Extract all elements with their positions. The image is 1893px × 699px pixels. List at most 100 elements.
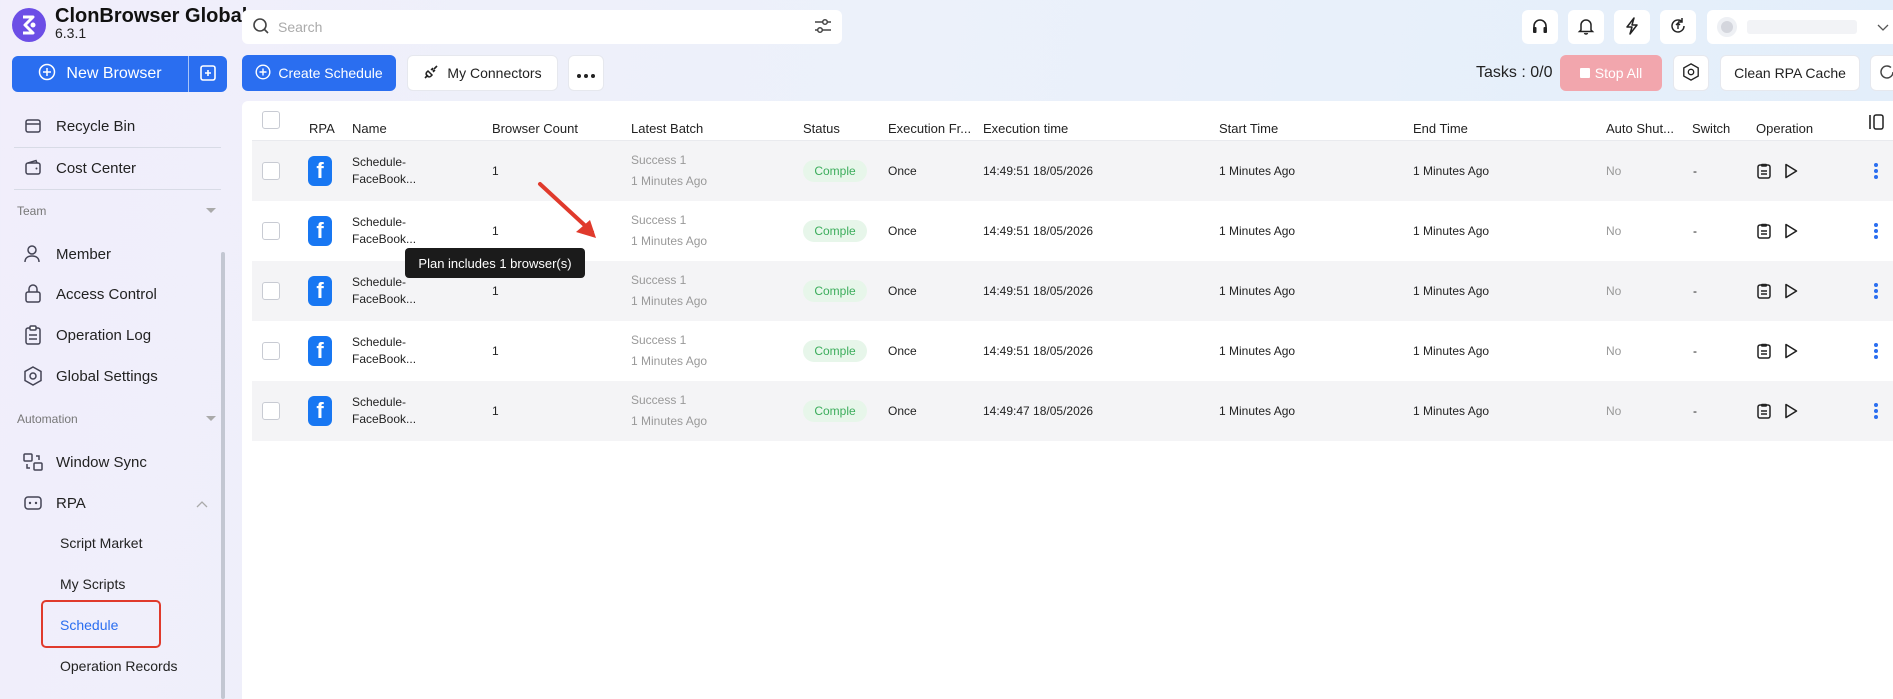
column-header-end-time[interactable]: End Time bbox=[1413, 121, 1468, 136]
sidebar-item-label: Operation Log bbox=[56, 326, 152, 344]
column-header-execution-frequency[interactable]: Execution Fr... bbox=[888, 121, 971, 136]
run-play-icon[interactable] bbox=[1784, 163, 1798, 182]
latest-batch-result: Success 1 bbox=[631, 153, 687, 167]
more-actions-button[interactable] bbox=[568, 55, 604, 91]
sidebar-item-my-scripts[interactable]: My Scripts bbox=[60, 576, 125, 592]
schedule-name-line2[interactable]: FaceBook... bbox=[352, 232, 416, 246]
view-log-clipboard-icon[interactable] bbox=[1757, 163, 1771, 182]
status-badge: Comple bbox=[803, 340, 867, 362]
sidebar-divider bbox=[14, 189, 221, 190]
view-log-clipboard-icon[interactable] bbox=[1757, 283, 1771, 302]
run-play-icon[interactable] bbox=[1784, 283, 1798, 302]
row-more-options-icon[interactable] bbox=[1874, 163, 1878, 179]
facebook-icon: f bbox=[308, 156, 332, 186]
column-header-name[interactable]: Name bbox=[352, 121, 387, 136]
column-header-start-time[interactable]: Start Time bbox=[1219, 121, 1278, 136]
schedule-name-line2[interactable]: FaceBook... bbox=[352, 172, 416, 186]
sidebar-item-recycle-bin[interactable]: Recycle Bin bbox=[22, 114, 135, 138]
latest-batch-time: 1 Minutes Ago bbox=[631, 234, 708, 248]
row-checkbox[interactable] bbox=[262, 282, 280, 300]
user-profile-menu[interactable] bbox=[1707, 10, 1893, 44]
quick-create-button[interactable] bbox=[188, 56, 227, 92]
browser-count-value[interactable]: 1 bbox=[492, 404, 499, 418]
boost-button[interactable] bbox=[1614, 10, 1650, 44]
sidebar-item-global-settings[interactable]: Global Settings bbox=[22, 364, 158, 388]
column-header-operation: Operation bbox=[1756, 121, 1814, 136]
column-header-latest-batch[interactable]: Latest Batch bbox=[631, 121, 703, 136]
switch-value: - bbox=[1693, 224, 1697, 238]
column-settings-icon[interactable] bbox=[1868, 114, 1886, 133]
schedule-name-line2[interactable]: FaceBook... bbox=[352, 292, 416, 306]
browser-count-value[interactable]: 1 bbox=[492, 344, 499, 358]
end-time-value: 1 Minutes Ago bbox=[1413, 164, 1490, 178]
select-all-checkbox[interactable] bbox=[262, 111, 280, 129]
sidebar-item-label: Member bbox=[56, 245, 112, 263]
add-window-icon bbox=[199, 64, 217, 85]
team-section-header[interactable]: Team bbox=[17, 204, 217, 218]
sidebar-item-label: Cost Center bbox=[56, 159, 137, 177]
browser-count-value[interactable]: 1 bbox=[492, 164, 499, 178]
column-header-status[interactable]: Status bbox=[803, 121, 840, 136]
new-browser-button[interactable]: New Browser bbox=[12, 56, 188, 92]
row-more-options-icon[interactable] bbox=[1874, 403, 1878, 419]
run-play-icon[interactable] bbox=[1784, 223, 1798, 242]
sidebar-item-operation-records[interactable]: Operation Records bbox=[60, 658, 178, 674]
column-header-execution-time[interactable]: Execution time bbox=[983, 121, 1068, 136]
row-more-options-icon[interactable] bbox=[1874, 283, 1878, 299]
refresh-button[interactable] bbox=[1870, 55, 1893, 91]
new-browser-button-group: New Browser bbox=[12, 56, 227, 92]
row-checkbox[interactable] bbox=[262, 342, 280, 360]
view-log-clipboard-icon[interactable] bbox=[1757, 223, 1771, 242]
schedule-name-line1[interactable]: Schedule- bbox=[352, 155, 406, 169]
row-checkbox[interactable] bbox=[262, 162, 280, 180]
clean-rpa-cache-button[interactable]: Clean RPA Cache bbox=[1720, 55, 1860, 91]
schedule-name-line1[interactable]: Schedule- bbox=[352, 275, 406, 289]
view-log-clipboard-icon[interactable] bbox=[1757, 403, 1771, 422]
row-checkbox[interactable] bbox=[262, 402, 280, 420]
start-time-value: 1 Minutes Ago bbox=[1219, 284, 1296, 298]
column-header-auto-shutdown[interactable]: Auto Shut... bbox=[1606, 121, 1674, 136]
sidebar-item-rpa[interactable]: RPA bbox=[22, 491, 208, 515]
sidebar-item-member[interactable]: Member bbox=[22, 242, 111, 266]
row-more-options-icon[interactable] bbox=[1874, 223, 1878, 239]
row-checkbox[interactable] bbox=[262, 222, 280, 240]
search-input[interactable] bbox=[278, 19, 814, 35]
run-play-icon[interactable] bbox=[1784, 403, 1798, 422]
execution-time-value: 14:49:51 18/05/2026 bbox=[983, 164, 1094, 178]
sidebar-item-window-sync[interactable]: Window Sync bbox=[22, 450, 147, 474]
create-schedule-button[interactable]: Create Schedule bbox=[242, 55, 396, 91]
schedule-name-line2[interactable]: FaceBook... bbox=[352, 352, 416, 366]
column-header-browser-count[interactable]: Browser Count bbox=[492, 121, 578, 136]
schedule-name-line2[interactable]: FaceBook... bbox=[352, 412, 416, 426]
execution-frequency-value: Once bbox=[888, 164, 917, 178]
schedule-name-line1[interactable]: Schedule- bbox=[352, 395, 406, 409]
rpa-settings-button[interactable] bbox=[1673, 55, 1709, 91]
browser-count-value[interactable]: 1 bbox=[492, 284, 499, 298]
my-connectors-button[interactable]: My Connectors bbox=[407, 55, 558, 91]
sidebar-item-label: Global Settings bbox=[56, 367, 158, 385]
end-time-value: 1 Minutes Ago bbox=[1413, 224, 1490, 238]
sidebar-item-cost-center[interactable]: Cost Center bbox=[22, 156, 136, 180]
latest-batch-result: Success 1 bbox=[631, 333, 687, 347]
support-button[interactable] bbox=[1522, 10, 1558, 44]
browser-count-value[interactable]: 1 bbox=[492, 224, 499, 238]
app-name: ClonBrowser Global bbox=[55, 5, 248, 27]
refresh-icon bbox=[1879, 64, 1893, 83]
update-button[interactable] bbox=[1660, 10, 1696, 44]
sidebar-item-operation-log[interactable]: Operation Log bbox=[22, 323, 151, 347]
sidebar-item-access-control[interactable]: Access Control bbox=[22, 282, 157, 306]
row-more-options-icon[interactable] bbox=[1874, 343, 1878, 359]
filter-sliders-icon[interactable] bbox=[814, 18, 832, 37]
auto-shutdown-value: No bbox=[1606, 404, 1622, 418]
sidebar-item-label: RPA bbox=[56, 494, 86, 512]
sidebar-item-script-market[interactable]: Script Market bbox=[60, 535, 142, 551]
run-play-icon[interactable] bbox=[1784, 343, 1798, 362]
execution-frequency-value: Once bbox=[888, 404, 917, 418]
notifications-button[interactable] bbox=[1568, 10, 1604, 44]
view-log-clipboard-icon[interactable] bbox=[1757, 343, 1771, 362]
schedule-name-line1[interactable]: Schedule- bbox=[352, 215, 406, 229]
automation-section-header[interactable]: Automation bbox=[17, 412, 217, 426]
schedule-name-line1[interactable]: Schedule- bbox=[352, 335, 406, 349]
sidebar-scrollbar[interactable] bbox=[221, 252, 225, 699]
stop-all-button[interactable]: Stop All bbox=[1560, 55, 1662, 91]
